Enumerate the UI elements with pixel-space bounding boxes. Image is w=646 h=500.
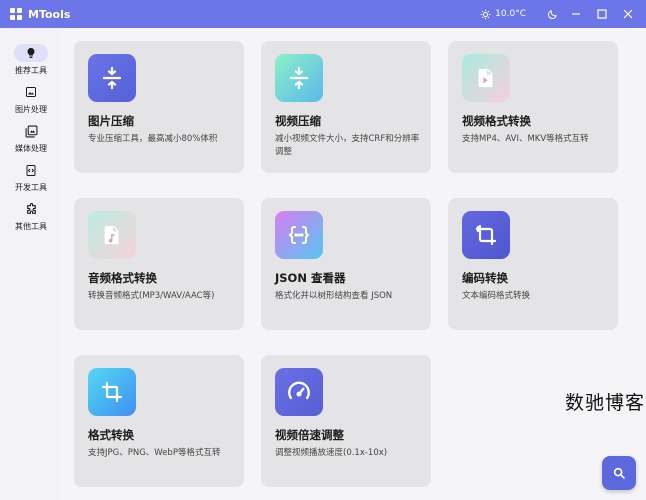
title-bar: MTools 10.0°C xyxy=(0,0,646,28)
watermark-text: 数驰博客 xyxy=(565,392,646,414)
app-title: MTools xyxy=(28,7,71,21)
compress-icon xyxy=(275,54,323,102)
card-title: 音频格式转换 xyxy=(88,271,157,285)
tool-card-video-compress[interactable]: 视频压缩 减小视频文件大小，支持CRF和分辨率调整 xyxy=(261,41,431,173)
compress-icon xyxy=(88,54,136,102)
maximize-button[interactable] xyxy=(590,0,614,28)
lightbulb-icon xyxy=(27,48,35,58)
card-description: 转换音频格式(MP3/WAV/AAC等) xyxy=(88,291,215,301)
card-description: 支持JPG、PNG、WebP等格式互转 xyxy=(88,448,221,458)
temperature-label: 10.0°C xyxy=(495,9,526,19)
card-title: 视频压缩 xyxy=(275,114,321,128)
close-button[interactable] xyxy=(616,0,640,28)
braces-icon xyxy=(275,211,323,259)
sidebar-item-label: 开发工具 xyxy=(15,183,47,192)
tool-card-audio-convert[interactable]: 音频格式转换 转换音频格式(MP3/WAV/AAC等) xyxy=(74,198,244,330)
close-icon xyxy=(623,9,633,19)
card-description: 专业压缩工具，最高减小80%体积 xyxy=(88,134,218,144)
card-description: 减小视频文件大小，支持CRF和分辨率调整 xyxy=(275,134,420,157)
card-description: 支持MP4、AVI、MKV等格式互转 xyxy=(462,134,589,144)
card-description: 调整视频播放速度(0.1x-10x) xyxy=(275,448,388,458)
card-title: 编码转换 xyxy=(462,271,508,285)
sidebar-item-media[interactable]: 媒体处理 xyxy=(10,120,52,158)
search-button[interactable] xyxy=(602,456,636,490)
tool-card-json-viewer[interactable]: JSON 查看器 格式化并以树形结构查看 JSON xyxy=(261,198,431,330)
crop-icon xyxy=(88,368,136,416)
card-title: JSON 查看器 xyxy=(275,271,346,285)
tool-card-format-convert[interactable]: 格式转换 支持JPG、PNG、WebP等格式互转 xyxy=(74,355,244,487)
card-description: 格式化并以树形结构查看 JSON xyxy=(275,291,393,301)
audio-file-icon xyxy=(88,211,136,259)
tool-card-image-compress[interactable]: 图片压缩 专业压缩工具，最高减小80%体积 xyxy=(74,41,244,173)
photo-library-icon xyxy=(25,125,37,137)
speedometer-icon xyxy=(275,368,323,416)
sidebar-item-label: 其他工具 xyxy=(15,222,47,231)
tool-card-encoding-convert[interactable]: 编码转换 文本编码格式转换 xyxy=(448,198,618,330)
moon-icon xyxy=(547,9,557,19)
theme-toggle-button[interactable] xyxy=(540,0,564,28)
card-title: 视频格式转换 xyxy=(462,114,531,128)
weather-widget[interactable]: 10.0°C xyxy=(480,9,526,20)
sidebar-item-label: 推荐工具 xyxy=(15,66,47,75)
sidebar-item-image[interactable]: 图片处理 xyxy=(10,81,52,119)
app-logo-icon xyxy=(10,8,22,20)
card-title: 图片压缩 xyxy=(88,114,134,128)
sidebar: 推荐工具 图片处理 媒体处理 开发工具 其他工具 xyxy=(0,28,62,500)
tool-card-video-speed[interactable]: 视频倍速调整 调整视频播放速度(0.1x-10x) xyxy=(261,355,431,487)
minimize-icon xyxy=(572,13,580,15)
sidebar-item-label: 图片处理 xyxy=(15,105,47,114)
puzzle-icon xyxy=(26,202,36,214)
sidebar-item-label: 媒体处理 xyxy=(15,144,47,153)
sidebar-item-recommended[interactable]: 推荐工具 xyxy=(10,42,52,80)
card-title: 格式转换 xyxy=(88,428,134,442)
transform-icon xyxy=(462,211,510,259)
search-icon xyxy=(613,467,625,479)
minimize-button[interactable] xyxy=(564,0,588,28)
sun-icon xyxy=(480,9,491,19)
video-file-icon xyxy=(462,54,510,102)
tool-card-video-convert[interactable]: 视频格式转换 支持MP4、AVI、MKV等格式互转 xyxy=(448,41,618,173)
sidebar-item-dev[interactable]: 开发工具 xyxy=(10,159,52,197)
tool-grid: 图片压缩 专业压缩工具，最高减小80%体积 视频压缩 减小视频文件大小，支持CR… xyxy=(62,28,646,500)
card-title: 视频倍速调整 xyxy=(275,428,344,442)
card-description: 文本编码格式转换 xyxy=(462,291,531,301)
sidebar-item-other[interactable]: 其他工具 xyxy=(10,198,52,236)
code-icon xyxy=(26,164,36,176)
image-icon xyxy=(26,87,36,97)
maximize-icon xyxy=(597,9,607,19)
